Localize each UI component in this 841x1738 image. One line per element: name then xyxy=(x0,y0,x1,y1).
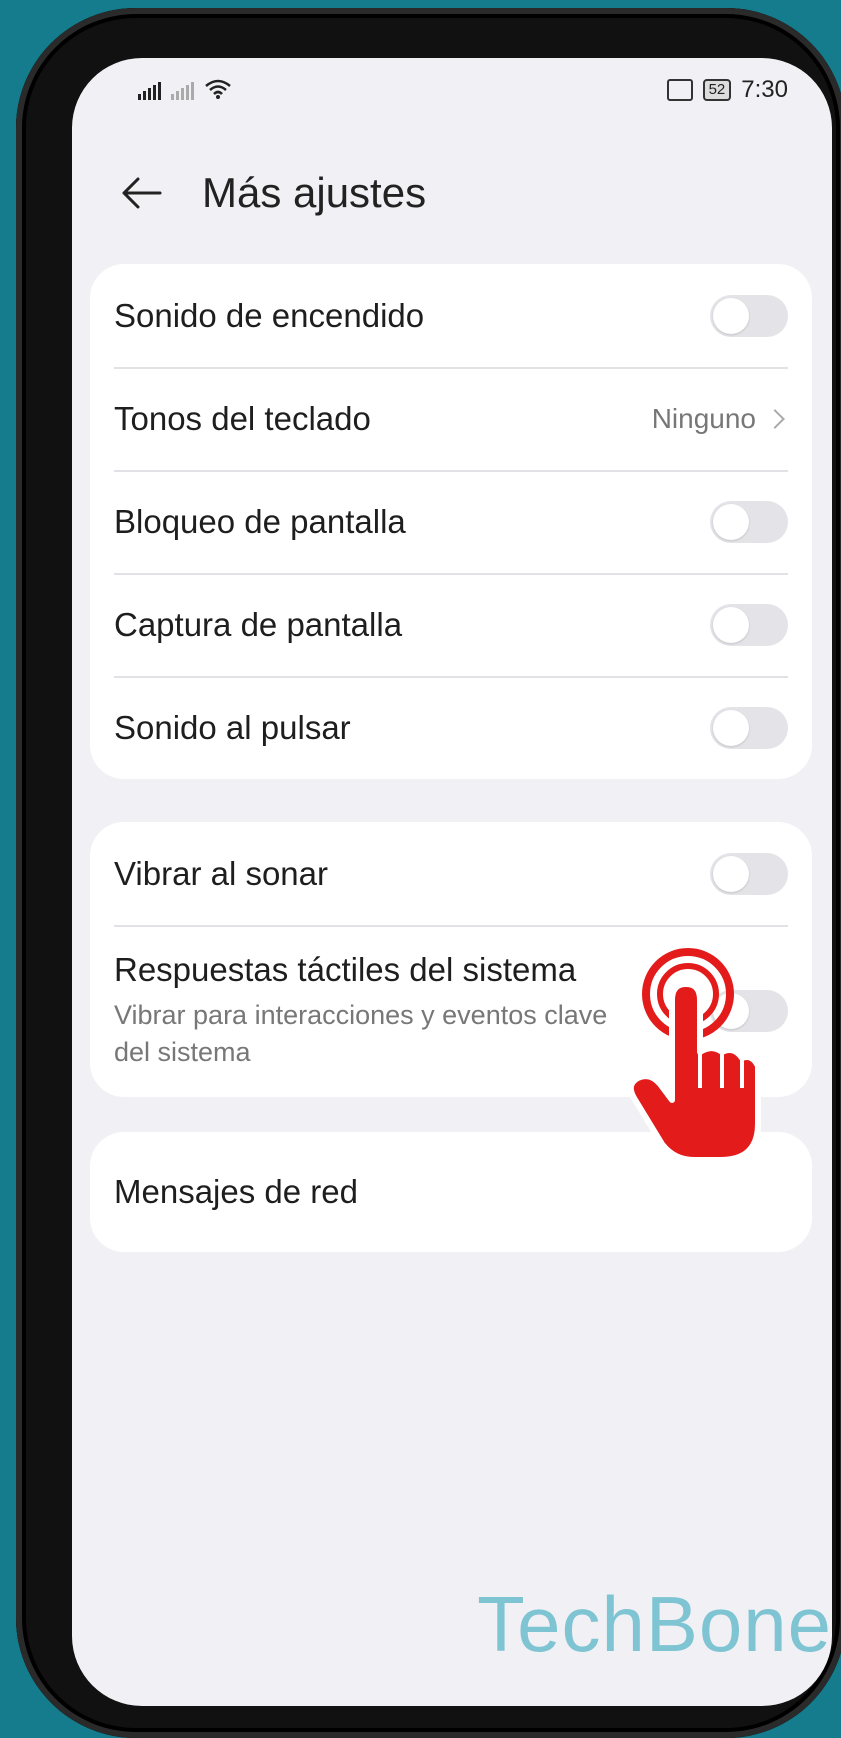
toggle-sonido-encendido[interactable] xyxy=(710,294,788,337)
toggle-vibrar-sonar[interactable] xyxy=(710,852,788,895)
row-vibrar-sonar[interactable]: Vibrar al sonar xyxy=(90,822,812,925)
toggle-knob xyxy=(713,855,749,892)
value-text: Ninguno xyxy=(651,402,756,434)
cast-icon xyxy=(666,79,693,101)
row-label: Respuestas táctiles del sistema xyxy=(114,951,577,988)
clock: 7:30 xyxy=(741,76,788,103)
toggle-knob xyxy=(713,297,749,334)
row-label: Bloqueo de pantalla xyxy=(114,502,406,540)
signal-no-service-icon xyxy=(171,82,194,100)
row-label: Sonido al pulsar xyxy=(114,708,351,746)
row-label: Sonido de encendido xyxy=(114,296,425,334)
arrow-left-icon[interactable] xyxy=(120,171,164,215)
wifi-icon xyxy=(205,79,231,99)
row-label: Vibrar al sonar xyxy=(114,854,329,892)
row-sonido-pulsar[interactable]: Sonido al pulsar xyxy=(90,676,812,779)
page-title: Más ajustes xyxy=(202,169,427,216)
row-subtitle: Vibrar para interacciones y eventos clav… xyxy=(114,1000,608,1067)
row-label: Tonos del teclado xyxy=(114,399,371,437)
signal-icon xyxy=(138,82,161,100)
toggle-knob xyxy=(713,503,749,540)
row-tonos-teclado[interactable]: Tonos del teclado Ninguno xyxy=(90,367,812,470)
battery-icon: 52 xyxy=(702,79,732,101)
toggle-knob xyxy=(713,709,749,746)
header: Más ajustes xyxy=(120,158,426,228)
battery-level: 52 xyxy=(708,81,726,98)
row-value: Ninguno xyxy=(651,402,785,435)
status-right: 52 7:30 xyxy=(666,76,788,104)
row-label: Mensajes de red xyxy=(114,1173,358,1210)
screen: 52 7:30 Más ajustes Sonido de encendido … xyxy=(72,58,832,1706)
phone-frame: 52 7:30 Más ajustes Sonido de encendido … xyxy=(16,8,841,1738)
status-left xyxy=(138,78,232,100)
row-label: Captura de pantalla xyxy=(114,605,403,643)
row-captura-pantalla[interactable]: Captura de pantalla xyxy=(90,573,812,676)
watermark: TechBone xyxy=(477,1580,832,1668)
settings-card-sounds: Sonido de encendido Tonos del teclado Ni… xyxy=(90,264,812,779)
toggle-captura-pantalla[interactable] xyxy=(710,603,788,646)
toggle-sonido-pulsar[interactable] xyxy=(710,706,788,749)
toggle-knob xyxy=(713,606,749,643)
row-sonido-encendido[interactable]: Sonido de encendido xyxy=(90,264,812,367)
row-bloqueo-pantalla[interactable]: Bloqueo de pantalla xyxy=(90,470,812,573)
toggle-bloqueo-pantalla[interactable] xyxy=(710,500,788,543)
tap-hand-icon xyxy=(628,948,761,1163)
status-bar: 52 7:30 xyxy=(72,58,832,128)
chevron-right-icon xyxy=(765,408,785,429)
